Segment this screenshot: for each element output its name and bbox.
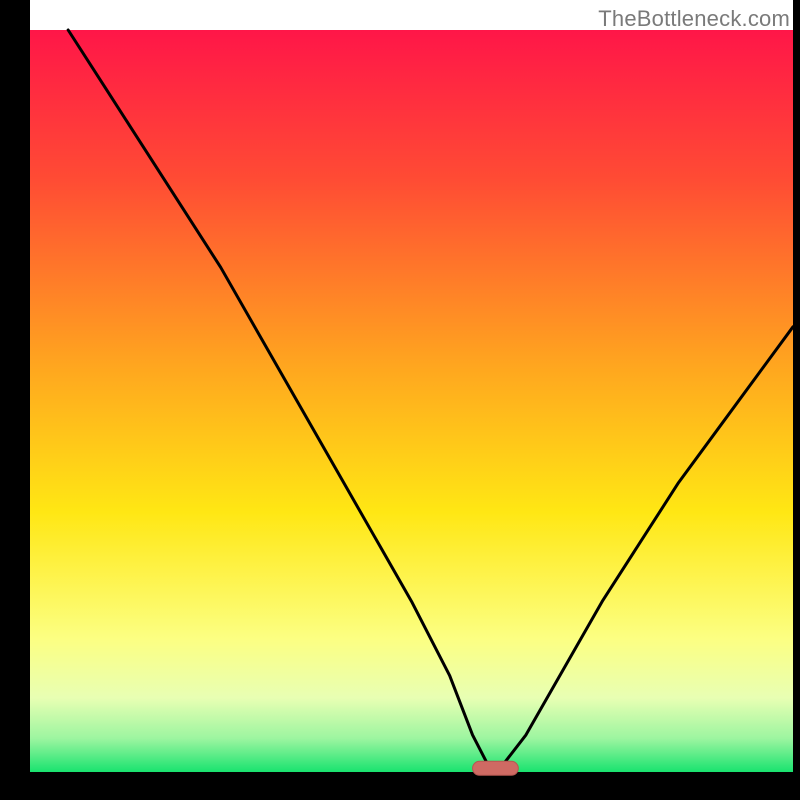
chart-svg [0,0,800,800]
frame-left [0,0,30,800]
gradient-background [30,30,793,772]
frame-right [793,0,800,800]
chart-stage: TheBottleneck.com [0,0,800,800]
frame-bottom [0,772,800,800]
optimal-marker [473,761,519,775]
watermark-text: TheBottleneck.com [598,6,790,32]
plot-group [0,0,800,800]
